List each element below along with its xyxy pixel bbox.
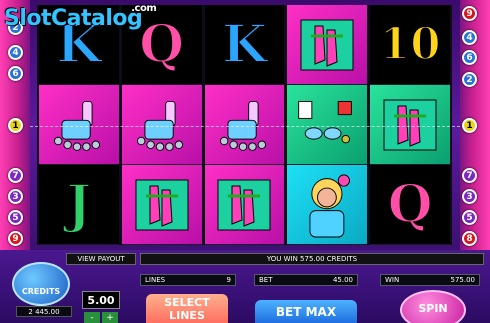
reel-4-symbol-1 (287, 5, 368, 85)
reel-5-symbol-2 (370, 85, 450, 165)
reel-2: Q (121, 5, 202, 245)
payline-marker-right-9[interactable]: 9 (462, 6, 477, 21)
reel-1: KJ (39, 5, 119, 245)
reel-3: K (204, 5, 285, 245)
leg-warmers-icon (376, 91, 444, 158)
bet-decrease-button[interactable]: - (84, 312, 100, 323)
reel-3-symbol-3 (204, 165, 285, 245)
symbol-q: Q (138, 13, 185, 75)
win-label: WIN (385, 276, 400, 284)
payline-marker-right-5[interactable]: 5 (462, 210, 477, 225)
reel-4-symbol-2 (287, 85, 368, 165)
spray-jewelry-icon (211, 91, 279, 158)
bet-label: BET (259, 276, 273, 284)
symbol-10: 10 (378, 18, 441, 70)
payline-marker-right-1[interactable]: 1 (462, 118, 477, 133)
lines-label: LINES (145, 276, 166, 284)
payline-marker-right-8[interactable]: 8 (462, 231, 477, 246)
win-value: 575.00 (450, 276, 476, 284)
spray-jewelry-icon (128, 91, 196, 158)
view-payout-button[interactable]: VIEW PAYOUT (66, 253, 136, 265)
bet-display: BET 45.00 (254, 274, 358, 286)
credits-bubble: CREDITS (12, 262, 70, 306)
symbol-k: K (221, 13, 268, 75)
reel-3-symbol-1: K (204, 5, 285, 85)
payline-marker-left-5[interactable]: 5 (8, 210, 23, 225)
reel-5-symbol-1: 10 (370, 5, 450, 85)
reel-4 (287, 5, 368, 245)
payline-1-indicator (30, 126, 460, 127)
credits-label: CREDITS (21, 287, 61, 296)
payline-marker-right-3[interactable]: 3 (462, 189, 477, 204)
reel-4-symbol-3 (287, 165, 368, 245)
select-lines-button[interactable]: SELECT LINES (146, 294, 228, 323)
spray-jewelry-icon (45, 91, 113, 158)
reel-1-symbol-2 (39, 85, 119, 165)
bet-per-line-value: 5.00 (82, 291, 120, 309)
payline-marker-left-1[interactable]: 1 (8, 118, 23, 133)
reel-1-symbol-3: J (39, 165, 119, 245)
slot-game-screen: SlotCatalog .com 24617359 946217358 KJQK1… (0, 0, 490, 323)
payline-marker-right-7[interactable]: 7 (462, 168, 477, 183)
symbol-j: J (66, 173, 93, 235)
bet-adjust-buttons: - + (84, 312, 118, 323)
bet-increase-button[interactable]: + (102, 312, 118, 323)
lines-value: 9 (226, 276, 231, 284)
reel-3-symbol-2 (204, 85, 285, 165)
reels-area: K J Q K 10 Q (37, 5, 452, 245)
reel-5: 10 Q (370, 5, 450, 245)
leg-warmers-icon (128, 171, 196, 238)
credits-value: 2 445.00 (16, 306, 72, 317)
bet-max-button[interactable]: BET MAX (255, 300, 357, 323)
watermark-suffix: .com (131, 3, 157, 14)
symbol-q: Q (386, 173, 433, 235)
payline-marker-left-6[interactable]: 6 (8, 66, 23, 81)
payline-marker-right-4[interactable]: 4 (462, 30, 477, 45)
payline-marker-left-3[interactable]: 3 (8, 189, 23, 204)
sunglasses-cube-icon (293, 91, 361, 158)
leg-warmers-icon (293, 11, 361, 78)
spin-button[interactable]: SPIN (400, 290, 466, 323)
bet-value: 45.00 (332, 276, 353, 284)
payline-marker-right-6[interactable]: 6 (462, 50, 477, 65)
payline-marker-left-9[interactable]: 9 (8, 231, 23, 246)
payline-marker-left-7[interactable]: 7 (8, 168, 23, 183)
win-display: WIN 575.00 (380, 274, 480, 286)
slotcatalog-watermark: SlotCatalog .com (4, 3, 157, 31)
reel-2-symbol-3 (121, 165, 202, 245)
win-message: YOU WIN 575.00 CREDITS (140, 253, 484, 265)
payline-marker-right-2[interactable]: 2 (462, 72, 477, 87)
reel-5-symbol-3: Q (370, 165, 450, 245)
girl-character-icon (293, 171, 361, 238)
leg-warmers-icon (211, 171, 279, 238)
payline-marker-left-4[interactable]: 4 (8, 45, 23, 60)
watermark-name: SlotCatalog (4, 6, 143, 31)
lines-display: LINES 9 (140, 274, 236, 286)
reel-2-symbol-2 (121, 85, 202, 165)
